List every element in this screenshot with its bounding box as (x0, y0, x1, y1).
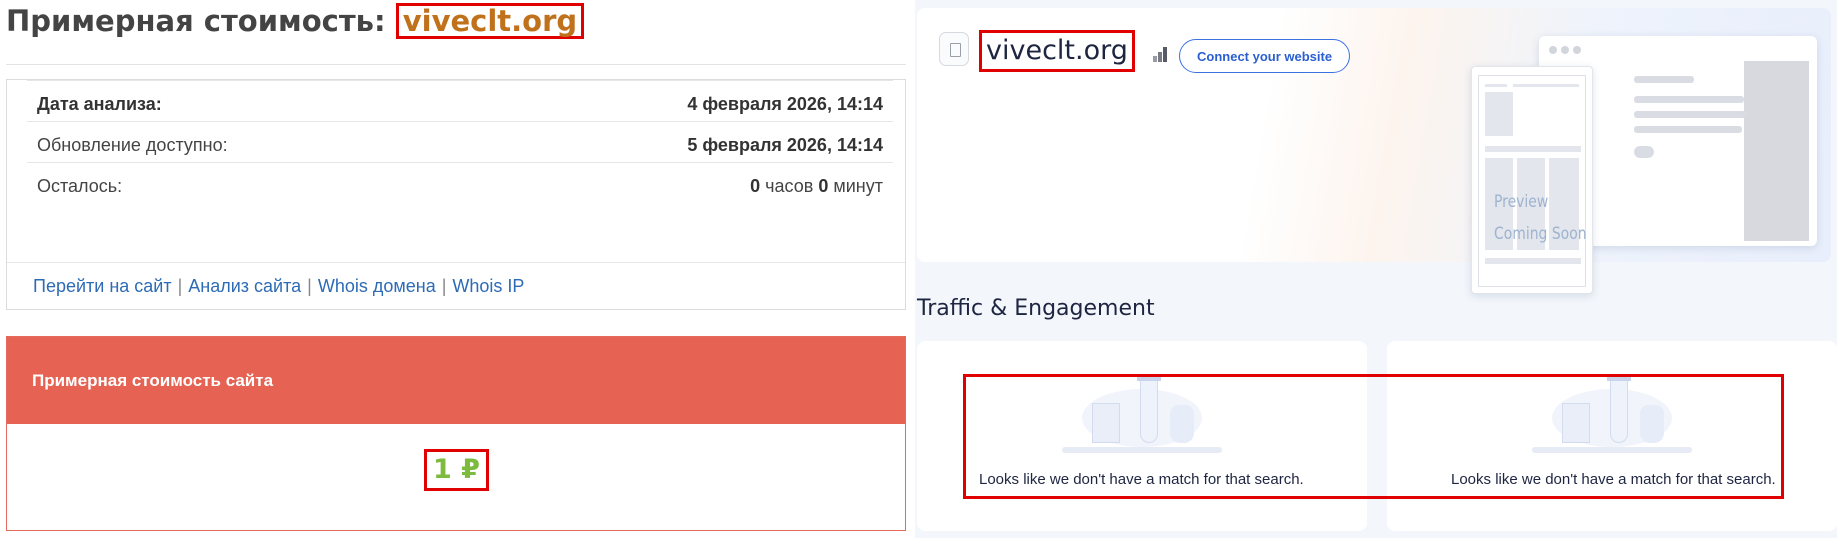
remaining-label: Осталось: (37, 176, 123, 196)
link-separator: | (177, 276, 183, 296)
traffic-engagement-title: Traffic & Engagement (917, 296, 1155, 321)
empty-search-message: Looks like we don't have a match for tha… (1451, 471, 1776, 488)
traffic-card-1: Looks like we don't have a match for tha… (917, 341, 1367, 531)
page-title: Примерная стоимость: viveclt.org (6, 2, 585, 40)
link-whois-ip[interactable]: Whois IP (452, 276, 524, 296)
traffic-card-2: Looks like we don't have a match for tha… (1387, 341, 1837, 531)
estimated-cost-card: Примерная стоимость сайта 1 ₽ (6, 336, 906, 531)
bar-chart-icon (1153, 46, 1169, 62)
remaining-minutes: 0 (818, 176, 829, 196)
site-name: viveclt.org (979, 30, 1135, 72)
empty-lab-illustration (1062, 375, 1222, 453)
title-divider (6, 64, 906, 65)
links-divider (7, 262, 905, 263)
quick-links: Перейти на сайт | Анализ сайта | Whois домен… (33, 276, 524, 297)
update-available-label: Обновление доступно: (37, 135, 228, 155)
link-go-to-site[interactable]: Перейти на сайт (33, 276, 172, 296)
link-separator: | (307, 276, 312, 296)
connect-website-button[interactable]: Connect your website (1179, 39, 1351, 73)
remaining-hours-unit: часов (765, 176, 814, 196)
preview-line: Preview (1494, 192, 1549, 212)
remaining-hours: 0 (750, 176, 761, 196)
analysis-date-label: Дата анализа: (37, 94, 162, 114)
remaining-minutes-unit: минут (833, 176, 883, 196)
link-site-analysis[interactable]: Анализ сайта (188, 276, 301, 296)
empty-lab-illustration (1532, 375, 1692, 453)
info-row-remaining: Осталось: 0 часов 0 минут (27, 162, 893, 210)
link-whois-domain[interactable]: Whois домена (318, 276, 436, 296)
site-hero-card: viveclt.org Connect your website Preview… (917, 8, 1831, 294)
analysis-info-box: Дата анализа: 4 февраля 2026, 14:14 Обно… (6, 79, 906, 310)
page-title-prefix: Примерная стоимость: (6, 4, 386, 38)
estimated-cost-value: 1 ₽ (424, 449, 489, 491)
link-separator: | (441, 276, 447, 296)
mobile-preview-illustration: Preview Coming Soon (1471, 66, 1593, 294)
coming-soon-line: Coming Soon (1494, 224, 1587, 244)
empty-search-message: Looks like we don't have a match for tha… (979, 471, 1304, 488)
preview-coming-soon-label: Preview Coming Soon (1494, 186, 1587, 250)
site-cost-panel: Примерная стоимость: viveclt.org Дата ан… (0, 0, 910, 538)
document-icon (939, 32, 969, 66)
analysis-date-value: 4 февраля 2026, 14:14 (687, 94, 883, 114)
site-overview-panel: viveclt.org Connect your website Preview… (915, 0, 1837, 538)
estimated-cost-header: Примерная стоимость сайта (7, 337, 905, 424)
page-title-domain: viveclt.org (395, 3, 585, 39)
update-available-value: 5 февраля 2026, 14:14 (687, 135, 883, 155)
remaining-value: 0 часов 0 минут (750, 176, 883, 197)
